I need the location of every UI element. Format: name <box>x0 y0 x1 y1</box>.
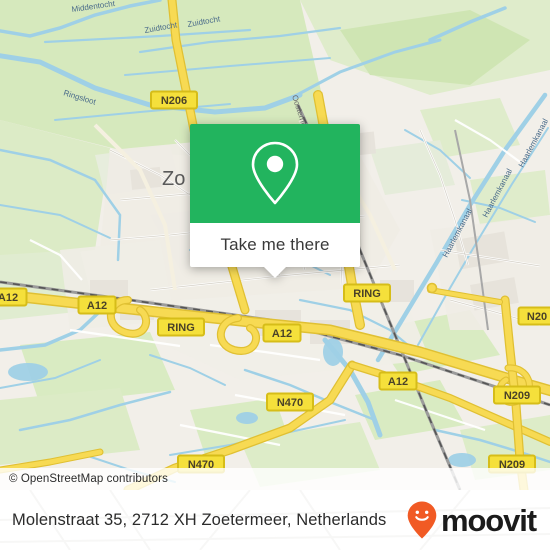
road-shield-label: A12 <box>388 376 408 388</box>
road-shield: N209 <box>493 385 541 405</box>
road-shield-label: N206 <box>161 95 187 107</box>
road-shield-label: RING <box>353 288 381 300</box>
road-shield-label: A12 <box>87 300 107 312</box>
road-shield-label: N470 <box>277 397 303 409</box>
moovit-wordmark: moovit <box>440 502 537 538</box>
road-shield: RING <box>343 283 391 303</box>
road-shield: A12 <box>378 371 418 391</box>
road-shield-label: A12 <box>272 328 292 340</box>
take-me-there-label: Take me there <box>220 235 330 254</box>
city-label: Zo <box>162 168 185 190</box>
map-pin-icon <box>251 141 299 204</box>
map-screenshot: Middentocht Zuidtocht Zuidtocht Ringsloot Ha… <box>0 0 550 550</box>
osm-attribution[interactable]: © OpenStreetMap contributors <box>0 468 550 490</box>
popup-action-row[interactable]: Take me there <box>190 223 360 278</box>
road-shield: A12 <box>77 295 117 315</box>
road-shield-label: N209 <box>504 390 530 402</box>
road-shield: A12 <box>0 287 28 307</box>
moovit-pin-smiley-icon <box>407 501 437 539</box>
footer-bar: Molenstraat 35, 2712 XH Zoetermeer, Neth… <box>0 490 550 550</box>
road-shield-label: A12 <box>0 292 18 304</box>
popup-image-area <box>190 124 360 223</box>
road-shield: N20 <box>517 306 550 326</box>
address-label: Molenstraat 35, 2712 XH Zoetermeer, Neth… <box>12 510 387 529</box>
moovit-brand[interactable]: moovit <box>407 501 537 539</box>
road-shield: RING <box>157 317 205 337</box>
road-shield: A12 <box>262 323 302 343</box>
road-shield: N470 <box>266 392 314 412</box>
road-shield-label: RING <box>167 322 195 334</box>
popup-tail <box>264 267 286 278</box>
road-shield-label: N20 <box>527 311 547 323</box>
map-popup-card[interactable]: Take me there <box>190 124 360 278</box>
road-shield: N206 <box>150 90 198 110</box>
